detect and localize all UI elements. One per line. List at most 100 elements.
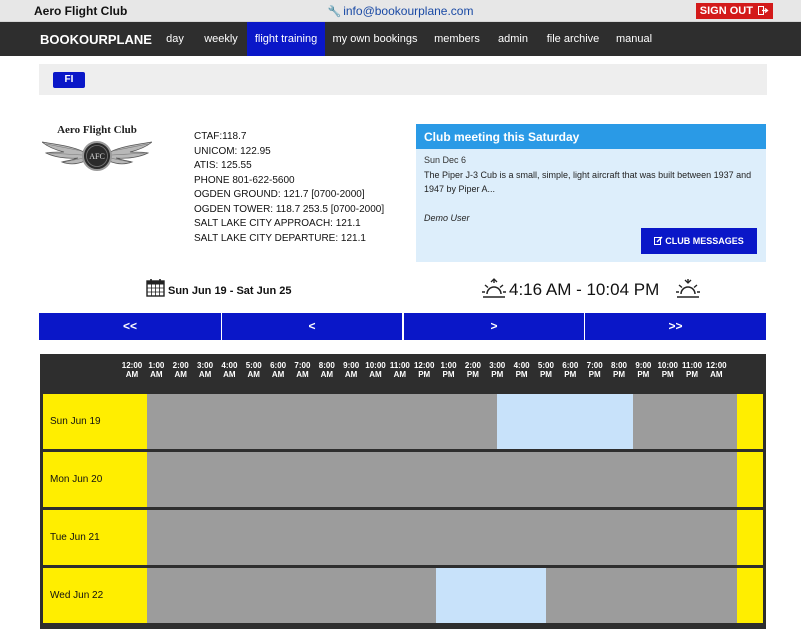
nav-admin[interactable]: admin: [492, 22, 534, 56]
fi-filter-button[interactable]: FI: [53, 72, 85, 88]
hour-label-meridiem: PM: [661, 370, 674, 379]
hour-label-meridiem: AM: [344, 370, 358, 379]
hour-label-meridiem: PM: [613, 370, 625, 379]
hour-label-time: 12:00: [121, 361, 143, 370]
hour-label-meridiem: AM: [393, 370, 407, 379]
filter-bar: FI: [39, 64, 767, 95]
hour-label-time: 8:00: [318, 361, 335, 370]
freq-ogden-tower: OGDEN TOWER: 118.7 253.5 [0700-2000]: [194, 203, 385, 215]
hour-label-meridiem: AM: [271, 370, 285, 379]
day-label: Wed Jun 22: [43, 568, 147, 623]
wings-emblem-icon: AFC: [42, 141, 152, 171]
message-author: Demo User: [424, 213, 470, 223]
hour-label: 9:00 PM: [630, 361, 656, 379]
available-slot[interactable]: [497, 394, 633, 449]
hour-label: 6:00 AM: [265, 361, 291, 379]
hour-label-time: 11:00: [389, 361, 410, 370]
nav-flight-training[interactable]: flight training: [247, 22, 325, 56]
hour-label: 5:00 PM: [533, 361, 559, 379]
brand-logo[interactable]: BOOKOURPLANE: [40, 32, 152, 47]
contact-email[interactable]: 🔧 info@bookourplane.com: [0, 4, 801, 18]
hour-label-time: 8:00: [610, 361, 627, 370]
day-timeline[interactable]: [147, 568, 737, 623]
pager-next-button[interactable]: >: [404, 313, 584, 340]
club-messages-button[interactable]: CLUB MESSAGES: [641, 228, 757, 254]
edit-icon: [654, 236, 663, 245]
club-messages-label: CLUB MESSAGES: [665, 236, 744, 246]
hour-label-meridiem: PM: [515, 370, 528, 379]
hour-label-time: 11:00: [682, 361, 703, 370]
sign-out-icon: [758, 6, 769, 15]
hour-label-time: 2:00: [464, 361, 481, 370]
pager-prev-button[interactable]: <: [222, 313, 402, 340]
hour-label-time: 10:00: [657, 361, 678, 370]
main-nav: BOOKOURPLANE day weekly flight training …: [0, 22, 801, 56]
hour-label-meridiem: PM: [637, 370, 650, 379]
hour-label-meridiem: PM: [442, 370, 455, 379]
hour-label: 12:00 AM: [119, 361, 145, 379]
hour-label: 8:00 PM: [606, 361, 632, 379]
club-logo: Aero Flight Club AFC: [42, 124, 152, 180]
day-timeline[interactable]: [147, 510, 737, 565]
day-end-marker: [737, 568, 763, 623]
hour-label-meridiem: PM: [466, 370, 479, 379]
booking-calendar: 12:00 AM 1:00 AM 2:00 AM 3:00 AM 4:00 AM 5:00 AM 6:0…: [40, 354, 766, 629]
hour-label-meridiem: AM: [320, 370, 334, 379]
hour-label-meridiem: AM: [710, 370, 723, 379]
hour-label-meridiem: AM: [125, 370, 139, 379]
nav-members[interactable]: members: [428, 22, 486, 56]
pager-last-button[interactable]: >>: [585, 313, 766, 340]
sun-times-text: 4:16 AM - 10:04 PM: [509, 280, 660, 299]
nav-manual[interactable]: manual: [611, 22, 657, 56]
nav-file-archive[interactable]: file archive: [543, 22, 603, 56]
hour-label: 10:00 AM: [363, 361, 389, 379]
hour-label-time: 5:00: [537, 361, 554, 370]
hour-label: 3:00 PM: [484, 361, 510, 379]
sign-out-button[interactable]: SIGN OUT: [695, 3, 773, 19]
nav-weekly[interactable]: weekly: [198, 22, 244, 56]
hour-label: 4:00 AM: [216, 361, 242, 379]
hour-label: 12:00 AM: [703, 361, 729, 379]
day-timeline[interactable]: [147, 452, 737, 507]
hour-label-meridiem: PM: [491, 370, 504, 379]
hour-label: 1:00 PM: [436, 361, 462, 379]
hour-label: 2:00 PM: [460, 361, 486, 379]
available-slot[interactable]: [435, 568, 547, 623]
club-message-panel: Club meeting this Saturday Sun Dec 6 The…: [416, 124, 766, 262]
hour-label-meridiem: AM: [296, 370, 309, 379]
week-range-text: Sun Jun 19 - Sat Jun 25: [168, 285, 292, 297]
nav-my-own-bookings[interactable]: my own bookings: [330, 22, 420, 56]
hour-label: 4:00 PM: [509, 361, 535, 379]
day-label: Tue Jun 21: [43, 510, 147, 565]
freq-slc-departure: SALT LAKE CITY DEPARTURE: 121.1: [194, 232, 366, 244]
hour-label: 11:00 AM: [387, 361, 413, 379]
sunset-icon: [676, 279, 700, 298]
hour-label-time: 9:00: [343, 361, 360, 370]
hour-label-time: 5:00: [245, 361, 262, 370]
hour-label-time: 3:00: [489, 361, 506, 370]
hour-label: 3:00 AM: [192, 361, 218, 379]
hour-label-time: 7:00: [294, 361, 311, 370]
calendar-row: Mon Jun 20: [43, 452, 763, 507]
hour-label: 2:00 AM: [168, 361, 194, 379]
hour-label-meridiem: PM: [686, 370, 699, 379]
pager-first-button[interactable]: <<: [39, 313, 221, 340]
day-end-marker: [737, 510, 763, 565]
hour-label-meridiem: AM: [174, 370, 187, 379]
nav-day[interactable]: day: [159, 22, 191, 56]
message-title: Club meeting this Saturday: [416, 124, 766, 149]
hour-label: 10:00 PM: [655, 361, 681, 379]
frequency-list: CTAF:118.7 UNICOM: 122.95 ATIS: 125.55 P…: [194, 130, 384, 246]
message-date: Sun Dec 6: [424, 155, 467, 165]
day-timeline[interactable]: [147, 394, 737, 449]
week-pager: << < > >>: [39, 313, 766, 340]
freq-phone: PHONE 801-622-5600: [194, 174, 295, 186]
hour-label: 7:00 PM: [582, 361, 608, 379]
app-root: Aero Flight Club 🔧 info@bookourplane.com …: [0, 0, 801, 629]
hour-label-time: 3:00: [197, 361, 214, 370]
hour-label-time: 7:00: [586, 361, 603, 370]
freq-ogden-ground: OGDEN GROUND: 121.7 [0700-2000]: [194, 189, 365, 200]
hour-label-time: 12:00: [413, 361, 435, 370]
hour-label-meridiem: PM: [588, 370, 601, 379]
hour-label: 12:00 PM: [411, 361, 437, 379]
